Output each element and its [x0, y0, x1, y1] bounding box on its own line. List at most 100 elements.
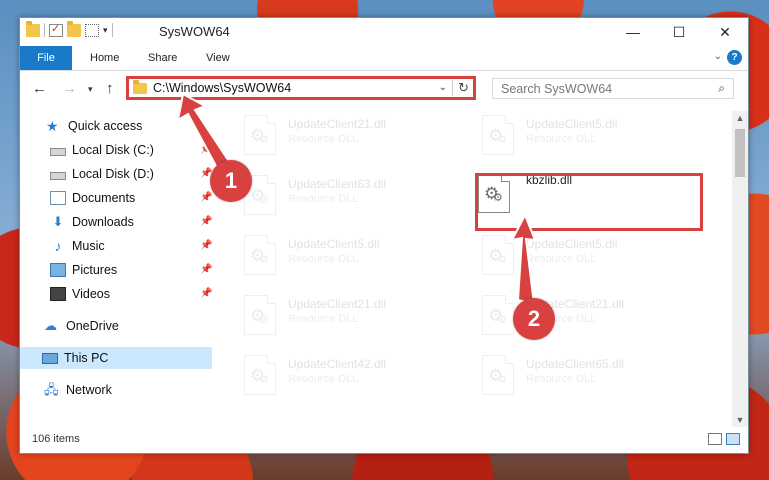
scroll-down-icon[interactable]: ▼: [732, 413, 748, 427]
nav-item-quick-access[interactable]: ★ Quick access: [46, 115, 142, 137]
refresh-icon[interactable]: ↻: [452, 80, 469, 96]
drive-icon: [50, 171, 66, 180]
star-icon: ★: [46, 118, 59, 134]
nav-item-label: Network: [66, 383, 112, 397]
dll-file-icon: ⚙ ⚙: [482, 115, 514, 155]
pin-icon[interactable]: 📌: [200, 144, 212, 155]
close-button[interactable]: ✕: [702, 18, 748, 46]
window-title: SysWOW64: [159, 24, 230, 39]
dll-file-icon: ⚙ ⚙: [482, 355, 514, 395]
nav-item-label: Downloads: [72, 215, 134, 229]
file-item[interactable]: ⚙ ⚙ UpdateClient21.dll Resource DLL: [216, 291, 436, 341]
nav-item-videos[interactable]: Videos: [50, 283, 110, 305]
back-arrow-icon[interactable]: ←: [32, 80, 47, 97]
nav-item-this-pc[interactable]: This PC: [20, 347, 212, 369]
toolbar-divider: [44, 23, 45, 37]
forward-arrow-icon[interactable]: →: [62, 80, 77, 97]
file-type: Resource DLL: [526, 373, 597, 385]
nav-item-network[interactable]: 🖧 Network: [44, 379, 112, 401]
file-name: UpdateClient63.dll: [288, 177, 387, 191]
file-type: Resource DLL: [288, 193, 359, 205]
file-item[interactable]: ⚙ ⚙ UpdateClient21.dll Resource DLL: [454, 291, 674, 341]
file-type: Resource DLL: [288, 133, 359, 145]
step-2-callout: 2: [513, 298, 555, 340]
nav-item-label: OneDrive: [66, 319, 119, 333]
window-controls: — ☐ ✕: [610, 18, 748, 46]
pin-icon[interactable]: 📌: [200, 288, 212, 299]
file-name: UpdateClient42.dll: [288, 357, 387, 371]
file-type: Resource DLL: [288, 313, 359, 325]
file-name: UpdateClient21.dll: [288, 297, 387, 311]
nav-item-label: Videos: [72, 287, 110, 301]
folder-icon[interactable]: [26, 20, 40, 37]
file-name: UpdateClient5.dll: [526, 237, 618, 251]
dll-file-icon: ⚙ ⚙: [244, 115, 276, 155]
nav-item-documents[interactable]: Documents: [50, 187, 135, 209]
file-name: UpdateClient5.dll: [288, 237, 380, 251]
ribbon-tabs: File Home Share View ⌄ ?: [20, 46, 748, 71]
address-row: ← → ▾ ↑ C:\Windows\SysWOW64 ⌄ ↻ Search S…: [20, 71, 748, 105]
help-icon[interactable]: ?: [727, 50, 742, 65]
pin-icon[interactable]: 📌: [200, 264, 212, 275]
file-item[interactable]: ⚙ ⚙ UpdateClient5.dll Resource DLL: [216, 231, 436, 281]
dll-file-icon: ⚙ ⚙: [482, 235, 514, 275]
pin-icon[interactable]: 📌: [200, 240, 212, 251]
tab-file[interactable]: File: [20, 46, 72, 70]
search-box[interactable]: Search SysWOW64 ⌕: [492, 78, 734, 99]
dll-file-icon: ⚙ ⚙: [244, 355, 276, 395]
nav-item-label: Pictures: [72, 263, 118, 277]
view-toggle: [708, 433, 740, 445]
customize-toolbar-dropdown-icon[interactable]: ▾: [103, 25, 108, 36]
file-item[interactable]: ⚙ ⚙ UpdateClient5.dll Resource DLL: [454, 231, 674, 281]
this-pc-icon: [42, 352, 58, 364]
nav-item-pictures[interactable]: Pictures: [50, 259, 117, 281]
folder-icon: [133, 80, 147, 94]
drive-icon: [50, 147, 66, 156]
nav-item-music[interactable]: ♪ Music: [50, 235, 105, 257]
nav-item-label: Documents: [72, 191, 136, 205]
vertical-scrollbar[interactable]: ▲ ▼: [732, 111, 748, 427]
details-view-icon[interactable]: [708, 433, 722, 445]
minimize-button[interactable]: —: [610, 18, 656, 46]
file-item[interactable]: ⚙ ⚙ UpdateClient5.dll Resource DLL: [454, 111, 674, 161]
explorer-window: ▾ SysWOW64 — ☐ ✕ File Home Share View ⌄ …: [19, 17, 749, 454]
tab-share[interactable]: Share: [148, 46, 177, 70]
file-item[interactable]: ⚙ ⚙ UpdateClient42.dll Resource DLL: [216, 351, 436, 401]
nav-item-local-disk-c[interactable]: Local Disk (C:): [50, 139, 154, 161]
file-type: Resource DLL: [288, 373, 359, 385]
onedrive-icon: ☁: [44, 318, 57, 333]
nav-item-onedrive[interactable]: ☁ OneDrive: [44, 315, 119, 337]
documents-icon: [50, 191, 66, 205]
tab-view[interactable]: View: [206, 46, 230, 70]
file-type: Resource DLL: [288, 253, 359, 265]
address-history-dropdown-icon[interactable]: ⌄: [439, 82, 447, 93]
large-icons-view-icon[interactable]: [726, 433, 740, 445]
expand-ribbon-icon[interactable]: ⌄: [714, 51, 722, 62]
recent-locations-dropdown-icon[interactable]: ▾: [88, 84, 93, 95]
new-folder-icon[interactable]: [67, 20, 81, 37]
scroll-up-icon[interactable]: ▲: [732, 111, 748, 125]
pin-icon[interactable]: 📌: [200, 192, 212, 203]
search-icon: ⌕: [718, 81, 725, 95]
file-list: ⚙ ⚙ UpdateClient21.dll Resource DLL ⚙ ⚙ Up…: [216, 111, 730, 417]
file-item[interactable]: ⚙ ⚙ UpdateClient65.dll Resource DLL: [454, 351, 674, 401]
nav-item-downloads[interactable]: ⬇ Downloads: [50, 211, 134, 233]
file-item[interactable]: ⚙ ⚙ UpdateClient21.dll Resource DLL: [216, 111, 436, 161]
properties-icon[interactable]: [49, 22, 63, 37]
pin-icon[interactable]: 📌: [200, 216, 212, 227]
file-type: Resource DLL: [526, 133, 597, 145]
up-arrow-icon[interactable]: ↑: [106, 80, 114, 97]
status-bar: 106 items: [20, 427, 748, 453]
dll-file-icon: ⚙ ⚙: [482, 295, 514, 335]
nav-item-local-disk-d[interactable]: Local Disk (D:): [50, 163, 154, 185]
scrollbar-thumb[interactable]: [735, 129, 745, 177]
toolbar-divider: [111, 23, 113, 37]
quick-access-toolbar: ▾: [26, 20, 113, 37]
rename-icon[interactable]: [85, 23, 99, 37]
downloads-icon: ⬇: [52, 214, 64, 229]
address-path[interactable]: C:\Windows\SysWOW64: [153, 81, 291, 95]
search-input[interactable]: Search SysWOW64: [501, 82, 612, 96]
maximize-button[interactable]: ☐: [656, 18, 702, 46]
tab-home[interactable]: Home: [90, 46, 119, 70]
address-bar[interactable]: C:\Windows\SysWOW64 ⌄ ↻: [126, 76, 476, 100]
